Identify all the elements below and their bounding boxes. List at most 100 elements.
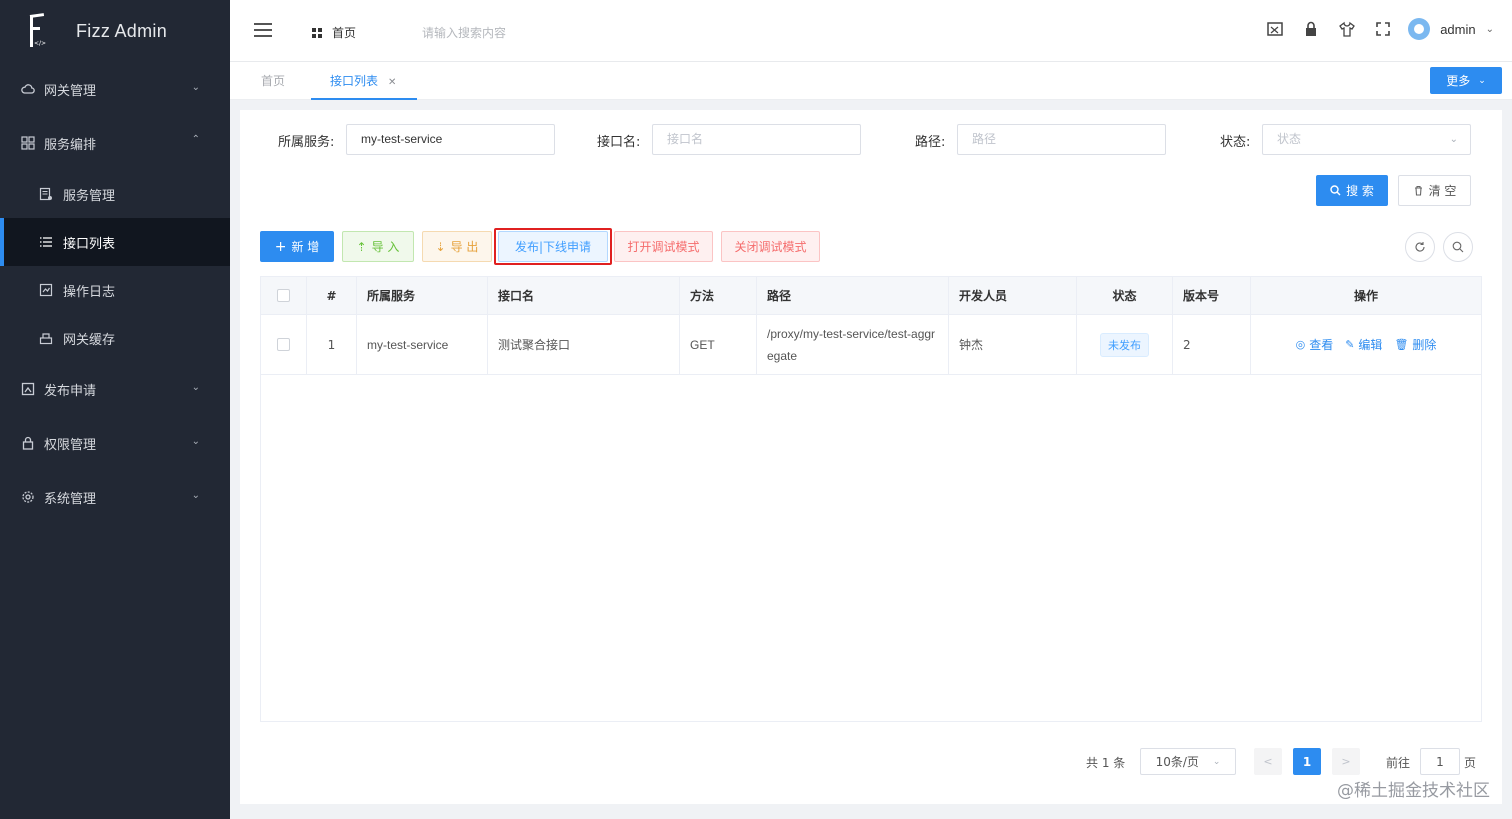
- chevron-right-icon: >: [1341, 755, 1351, 768]
- debug-on-button-label: 打开调试模式: [627, 240, 700, 254]
- search-icon: [1452, 241, 1464, 253]
- sidebar-subitem-label: 操作日志: [63, 284, 116, 300]
- upload-icon: ⇡: [356, 239, 367, 254]
- fizz-logo-icon: </>: [26, 13, 48, 49]
- row-status-cell: 未发布: [1077, 315, 1173, 374]
- close-icon[interactable]: ✕: [388, 77, 396, 88]
- tabs-bar: 首页 接口列表 ✕ 更多 ⌄: [230, 62, 1512, 100]
- search-button[interactable]: 搜 索: [1316, 175, 1388, 206]
- sidebar: </> Fizz Admin 网关管理 ⌄ 服务编排 ⌃ 服务管理 接口列表 操…: [0, 0, 230, 819]
- sidebar-item-label: 服务编排: [44, 137, 97, 153]
- row-name: 测试聚合接口: [488, 315, 680, 374]
- debug-off-button-label: 关闭调试模式: [734, 240, 807, 254]
- column-header-developer: 开发人员: [949, 277, 1077, 314]
- table-header: # 所属服务 接口名 方法 路径 开发人员 状态 版本号 操作: [261, 277, 1481, 315]
- column-header-name: 接口名: [488, 277, 680, 314]
- sidebar-subitem-operation-log[interactable]: 操作日志: [0, 266, 230, 314]
- edit-icon: ✎: [1345, 338, 1355, 351]
- goto-page-input[interactable]: 1: [1420, 748, 1460, 775]
- grid-icon: [20, 135, 36, 151]
- service-filter-input[interactable]: my-test-service: [346, 124, 555, 155]
- sidebar-item-system[interactable]: 系统管理 ⌄: [0, 470, 230, 524]
- row-method: GET: [680, 315, 757, 374]
- header-search-input[interactable]: 请输入搜索内容: [422, 24, 506, 41]
- select-all-cell: [261, 277, 307, 314]
- sidebar-subitem-api-list[interactable]: 接口列表: [0, 218, 230, 266]
- chevron-down-icon[interactable]: ⌄: [1486, 24, 1494, 35]
- menu-toggle-icon[interactable]: [254, 23, 272, 37]
- path-filter-input[interactable]: 路径: [957, 124, 1166, 155]
- row-developer: 钟杰: [949, 315, 1077, 374]
- select-all-checkbox[interactable]: [277, 289, 290, 302]
- log-icon: [38, 282, 54, 298]
- next-page-button[interactable]: >: [1332, 748, 1360, 775]
- fullscreen-icon[interactable]: [1372, 18, 1394, 40]
- page-size-select[interactable]: 10条/页 ⌄: [1140, 748, 1236, 775]
- row-checkbox[interactable]: [277, 338, 290, 351]
- gear-icon: [20, 489, 36, 505]
- sidebar-subitem-gateway-cache[interactable]: 网关缓存: [0, 314, 230, 362]
- edit-button[interactable]: ✎ 编辑: [1345, 336, 1382, 353]
- clear-button[interactable]: 清 空: [1398, 175, 1471, 206]
- tab-home[interactable]: 首页: [261, 62, 285, 100]
- avatar[interactable]: [1408, 18, 1431, 40]
- prev-page-button[interactable]: <: [1254, 748, 1282, 775]
- theme-shirt-icon[interactable]: [1336, 18, 1358, 40]
- trash-icon: [1414, 185, 1422, 196]
- page-size-value: 10条/页: [1155, 755, 1199, 769]
- app-title: Fizz Admin: [76, 20, 168, 41]
- breadcrumb-home[interactable]: 首页: [312, 24, 356, 41]
- home-grid-icon: [312, 27, 322, 38]
- row-path: /proxy/my-test-service/test-aggregate: [767, 326, 936, 363]
- sidebar-item-orchestration[interactable]: 服务编排 ⌃: [0, 116, 230, 170]
- api-name-filter-input[interactable]: 接口名: [652, 124, 861, 155]
- watermark: @稀土掘金技术社区: [1337, 781, 1490, 801]
- screenshot-icon[interactable]: [1264, 18, 1286, 40]
- sidebar-menu: 网关管理 ⌄ 服务编排 ⌃ 服务管理 接口列表 操作日志 网关缓存 发布申请 ⌄…: [0, 62, 230, 524]
- lock-icon: [20, 435, 36, 451]
- sidebar-item-label: 发布申请: [44, 383, 97, 399]
- sidebar-item-gateway[interactable]: 网关管理 ⌄: [0, 62, 230, 116]
- sidebar-subitem-label: 服务管理: [63, 188, 116, 204]
- chevron-down-icon: ⌄: [191, 382, 200, 393]
- column-header-version: 版本号: [1173, 277, 1251, 314]
- refresh-button[interactable]: [1405, 232, 1435, 262]
- cache-icon: [38, 330, 54, 346]
- more-button-label: 更多: [1446, 74, 1471, 88]
- import-button[interactable]: ⇡ 导 入: [342, 231, 414, 262]
- debug-off-button[interactable]: 关闭调试模式: [721, 231, 820, 262]
- sidebar-subitem-service-manage[interactable]: 服务管理: [0, 170, 230, 218]
- add-button[interactable]: + 新 增: [260, 231, 334, 262]
- sidebar-item-label: 系统管理: [44, 491, 97, 507]
- toggle-search-button[interactable]: [1443, 232, 1473, 262]
- export-button[interactable]: ⇣ 导 出: [422, 231, 492, 262]
- sidebar-item-publish[interactable]: 发布申请 ⌄: [0, 362, 230, 416]
- add-button-label: 新 增: [291, 240, 320, 254]
- import-button-label: 导 入: [371, 240, 400, 254]
- service-icon: [38, 186, 54, 202]
- logo[interactable]: </> Fizz Admin: [0, 0, 230, 62]
- publish-request-button[interactable]: 发布|下线申请: [498, 231, 608, 262]
- table-row: 1 my-test-service 测试聚合接口 GET /proxy/my-t…: [261, 315, 1481, 375]
- debug-on-button[interactable]: 打开调试模式: [614, 231, 713, 262]
- chevron-down-icon: ⌄: [191, 436, 200, 447]
- column-header-path: 路径: [757, 277, 949, 314]
- column-header-actions: 操作: [1353, 289, 1378, 303]
- view-button[interactable]: ◎ 查看: [1296, 336, 1334, 353]
- tab-api-list[interactable]: 接口列表 ✕: [311, 62, 417, 100]
- lock-screen-icon[interactable]: [1300, 18, 1322, 40]
- api-name-filter-label: 接口名:: [597, 135, 641, 150]
- delete-button[interactable]: 🗑 删除: [1394, 336, 1436, 353]
- header-icons: admin ⌄: [1250, 18, 1494, 40]
- status-badge: 未发布: [1100, 332, 1149, 357]
- current-page-button[interactable]: 1: [1293, 748, 1321, 775]
- chevron-down-icon: ⌄: [1478, 75, 1486, 86]
- tab-label: 接口列表: [330, 74, 379, 88]
- user-name[interactable]: admin: [1440, 22, 1475, 37]
- main-content: 所属服务: my-test-service 接口名: 接口名 路径: 路径 状态…: [240, 110, 1502, 804]
- sidebar-item-permission[interactable]: 权限管理 ⌄: [0, 416, 230, 470]
- status-filter-select[interactable]: 状态 ⌄: [1262, 124, 1471, 155]
- search-icon: [1330, 185, 1341, 196]
- more-button[interactable]: 更多 ⌄: [1430, 67, 1502, 94]
- edit-label: 编辑: [1358, 338, 1383, 352]
